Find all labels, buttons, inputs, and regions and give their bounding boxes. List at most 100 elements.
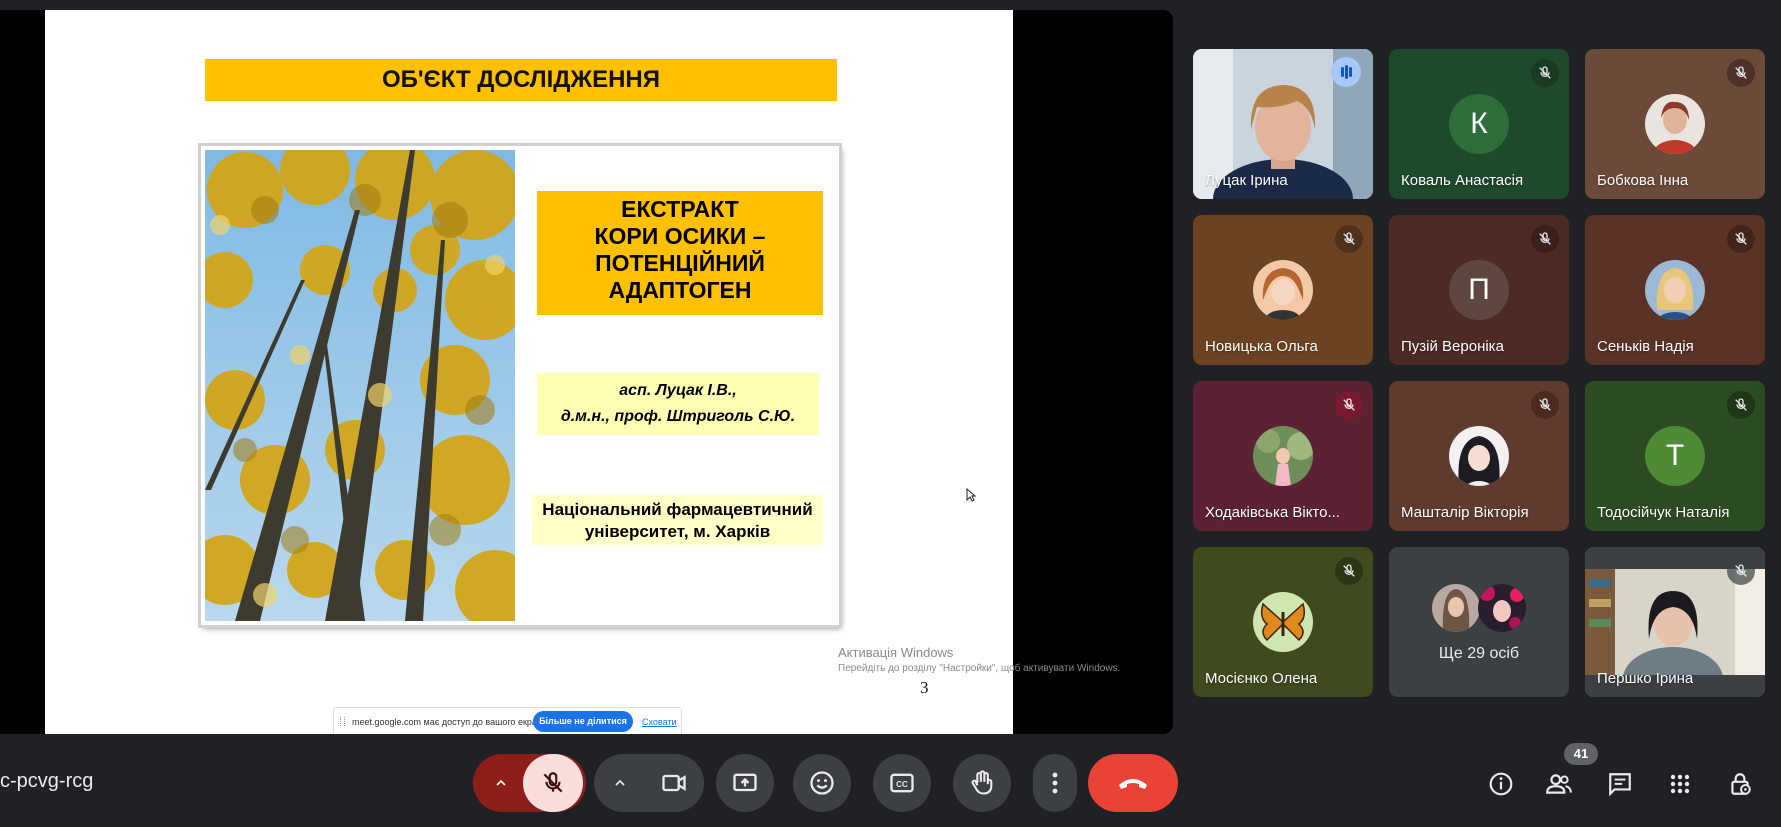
participant-tile[interactable]: Новицька Ольга xyxy=(1193,215,1373,365)
chat-button[interactable] xyxy=(1606,770,1634,798)
raise-hand-icon xyxy=(971,770,993,795)
more-vert-icon xyxy=(1052,772,1058,794)
participant-name: Першко Ірина xyxy=(1597,670,1694,687)
avatar: К xyxy=(1449,94,1509,154)
apps-icon xyxy=(1670,774,1690,794)
camera-control-group xyxy=(594,754,704,812)
captions-button[interactable]: CC xyxy=(873,754,931,812)
mic-muted-icon xyxy=(1531,59,1559,87)
participant-name: Бобкова Інна xyxy=(1597,172,1689,189)
chevron-up-icon xyxy=(496,779,506,786)
extract-line: КОРИ ОСИКИ – xyxy=(594,223,766,249)
leave-call-button[interactable] xyxy=(1088,754,1178,812)
author-line: асп. Луцак І.В., xyxy=(619,382,737,399)
participant-name: Ходаківська Вікто... xyxy=(1205,504,1340,521)
more-participants-label: Ще 29 осіб xyxy=(1438,645,1520,662)
mic-toggle-button[interactable] xyxy=(523,754,583,812)
camera-icon xyxy=(662,774,686,792)
meeting-code: c-pcvg-rcg xyxy=(0,770,94,792)
host-controls-button[interactable] xyxy=(1726,770,1754,798)
participant-tile[interactable]: К Коваль Анастасія xyxy=(1389,49,1569,199)
more-options-button[interactable] xyxy=(1033,754,1077,812)
activities-button[interactable] xyxy=(1666,770,1694,798)
people-button[interactable] xyxy=(1545,770,1573,798)
more-participants-tile[interactable]: Ще 29 осіб xyxy=(1389,547,1569,697)
chevron-up-icon xyxy=(615,779,625,786)
mic-control-group xyxy=(473,754,586,812)
mic-muted-icon xyxy=(1335,557,1363,585)
share-notice-text: meet.google.com має доступ до вашого екр… xyxy=(352,717,550,727)
author-line: д.м.н., проф. Штриголь С.Ю. xyxy=(560,408,796,425)
extract-line: АДАПТОГЕН xyxy=(608,277,752,303)
participant-tile[interactable]: Луцак Ірина xyxy=(1193,49,1373,199)
avatar xyxy=(1253,592,1313,652)
mouse-cursor-icon xyxy=(966,488,976,502)
screen-share-notice: meet.google.com має доступ до вашого екр… xyxy=(333,707,682,734)
camera-options-button[interactable] xyxy=(594,754,646,812)
avatar: П xyxy=(1449,260,1509,320)
university-line: університет, м. Харків xyxy=(584,522,771,541)
mic-muted-icon xyxy=(1335,225,1363,253)
avatar xyxy=(1449,426,1509,486)
participant-count-badge: 41 xyxy=(1564,743,1598,765)
slide-authors: асп. Луцак І.В., д.м.н., проф. Штриголь … xyxy=(537,373,819,435)
svg-text:CC: CC xyxy=(896,780,908,789)
mic-muted-icon xyxy=(1727,391,1755,419)
hangup-icon xyxy=(1119,779,1147,789)
slide-page-number: 3 xyxy=(920,678,929,697)
participant-name: Пузій Вероніка xyxy=(1401,338,1504,355)
mic-muted-icon xyxy=(1531,391,1559,419)
captions-icon: CC xyxy=(890,773,914,793)
present-icon xyxy=(733,773,757,792)
slide-content-frame: ЕКСТРАКТ КОРИ ОСИКИ – ПОТЕНЦІЙНИЙ АДАПТО… xyxy=(201,146,839,625)
avatar xyxy=(1645,260,1705,320)
aspen-trees-photo xyxy=(205,150,515,621)
participant-tile[interactable]: Машталір Вікторія xyxy=(1389,381,1569,531)
raise-hand-button[interactable] xyxy=(953,754,1011,812)
participant-tile[interactable]: Мосієнко Олена xyxy=(1193,547,1373,697)
slide-title: ОБ'ЄКТ ДОСЛІДЖЕННЯ xyxy=(205,59,837,101)
avatar: Т xyxy=(1645,426,1705,486)
info-icon xyxy=(1489,772,1513,796)
mic-options-button[interactable] xyxy=(473,754,529,812)
participant-tile[interactable]: Ходаківська Вікто... xyxy=(1193,381,1373,531)
participant-name: Машталір Вікторія xyxy=(1401,504,1529,521)
avatar xyxy=(1478,584,1526,632)
speaking-indicator-icon xyxy=(1331,57,1361,87)
participant-name: Луцак Ірина xyxy=(1205,172,1288,189)
avatar xyxy=(1253,260,1313,320)
slide-extract-heading: ЕКСТРАКТ КОРИ ОСИКИ – ПОТЕНЦІЙНИЙ АДАПТО… xyxy=(537,191,823,315)
stop-sharing-button[interactable]: Більше не ділитися xyxy=(533,711,633,732)
presentation-stage: ОБ'ЄКТ ДОСЛІДЖЕННЯ ЕКСТРАКТ КОРИ ОСИКИ –… xyxy=(0,10,1173,734)
participant-name: Новицька Ольга xyxy=(1205,338,1318,355)
windows-activation-subtitle: Перейдіть до розділу "Настройки", щоб ак… xyxy=(838,663,1121,674)
reactions-button[interactable] xyxy=(793,754,851,812)
camera-toggle-button[interactable] xyxy=(644,754,704,812)
present-button[interactable] xyxy=(716,754,774,812)
mic-muted-icon xyxy=(1727,225,1755,253)
host-controls-icon xyxy=(1731,773,1751,795)
people-icon xyxy=(1546,774,1572,794)
participant-tile[interactable]: П Пузій Вероніка xyxy=(1389,215,1569,365)
mic-muted-icon xyxy=(1727,557,1755,585)
participant-tile[interactable]: Сеньків Надія xyxy=(1585,215,1765,365)
meeting-details-button[interactable] xyxy=(1487,770,1515,798)
chat-icon xyxy=(1609,773,1631,797)
university-line: Національний фармацевтичний xyxy=(542,500,813,519)
extract-line: ПОТЕНЦІЙНИЙ xyxy=(595,250,765,276)
mic-muted-icon xyxy=(1531,225,1559,253)
participant-name: Мосієнко Олена xyxy=(1205,670,1318,687)
shared-slide: ОБ'ЄКТ ДОСЛІДЖЕННЯ ЕКСТРАКТ КОРИ ОСИКИ –… xyxy=(45,10,1120,734)
mic-muted-icon xyxy=(1727,59,1755,87)
drag-handle-icon[interactable] xyxy=(340,717,345,726)
hide-notice-link[interactable]: Сховати xyxy=(642,717,677,727)
participant-tile[interactable]: Першко Ірина xyxy=(1585,547,1765,697)
avatar xyxy=(1645,94,1705,154)
participant-name: Тодосійчук Наталія xyxy=(1597,504,1730,521)
participant-name: Сеньків Надія xyxy=(1597,338,1694,355)
participant-tile[interactable]: Бобкова Інна xyxy=(1585,49,1765,199)
extract-line: ЕКСТРАКТ xyxy=(621,196,739,222)
windows-activation-title: Активація Windows xyxy=(838,645,954,660)
slide-university: Національний фармацевтичний університет,… xyxy=(532,495,823,545)
participant-tile[interactable]: Т Тодосійчук Наталія xyxy=(1585,381,1765,531)
